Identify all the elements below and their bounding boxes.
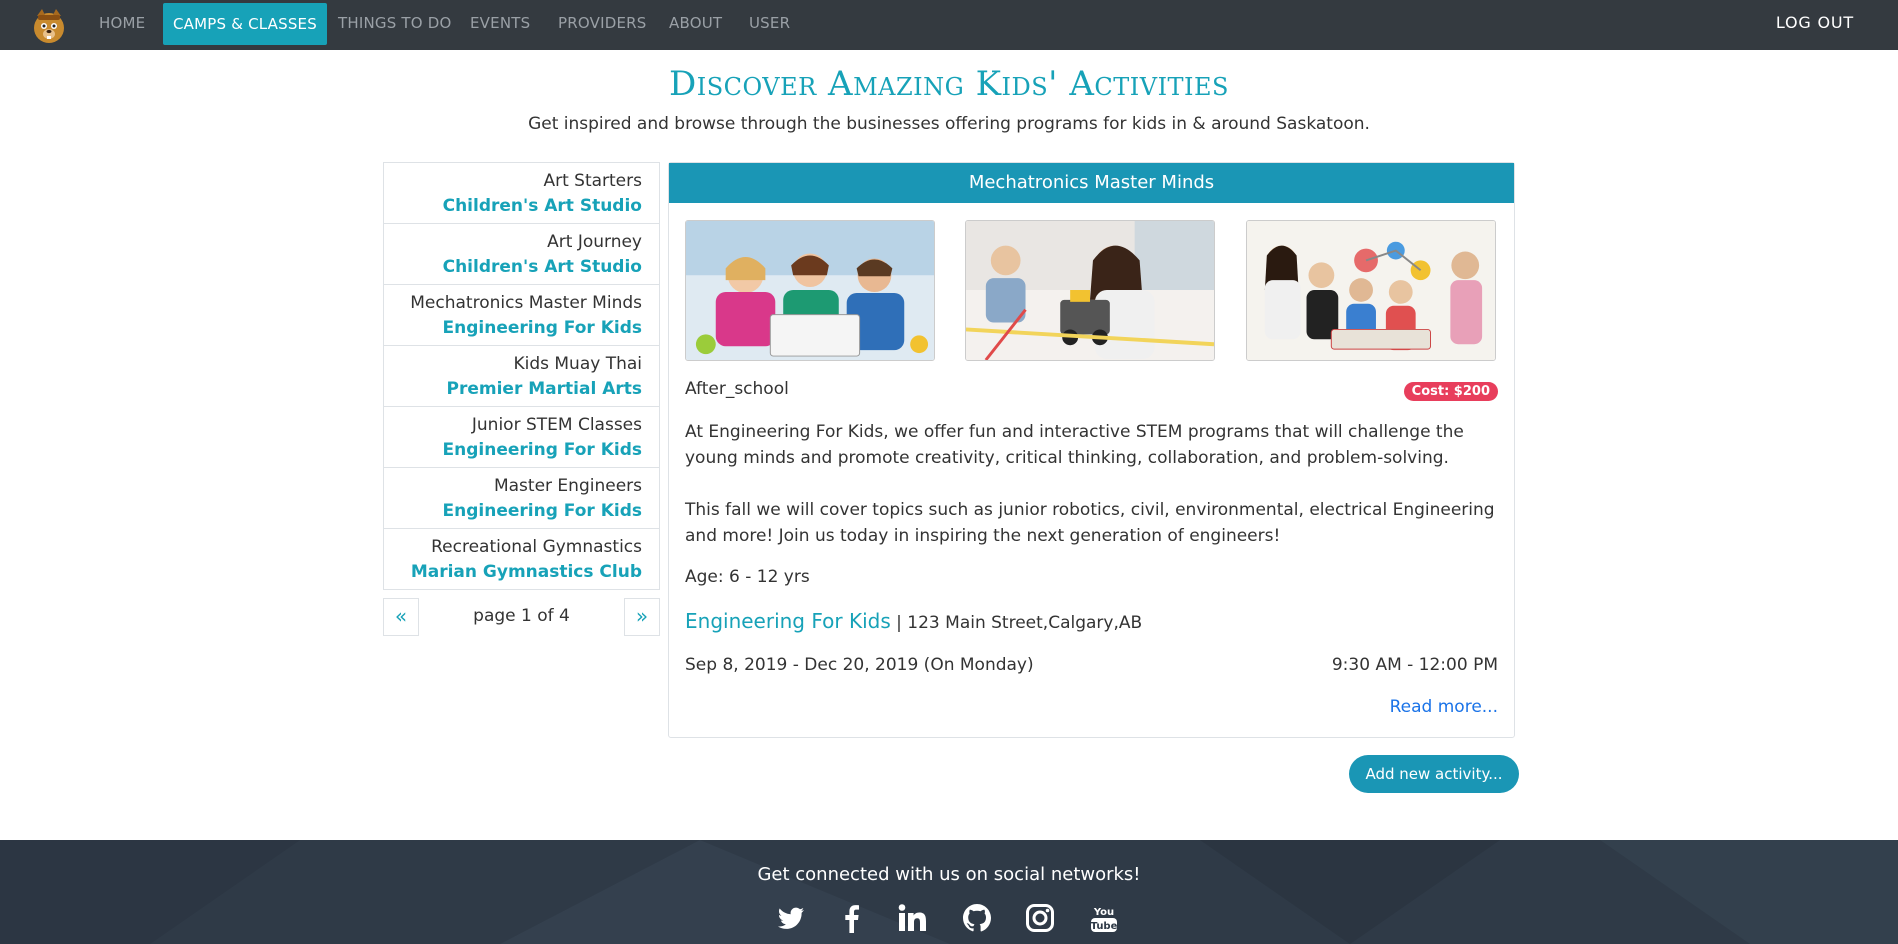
activity-list: Art Starters Children's Art Studio Art J… — [383, 162, 660, 590]
pagination: « page 1 of 4 » — [383, 598, 660, 636]
twitter-icon[interactable] — [775, 902, 807, 934]
activity-provider: Engineering For Kids — [442, 501, 642, 521]
activity-name: Master Engineers — [493, 476, 642, 496]
activity-name: Junior STEM Classes — [471, 415, 642, 435]
activity-name: Mechatronics Master Minds — [410, 293, 642, 313]
activity-name: Art Journey — [547, 232, 642, 252]
youtube-icon[interactable]: You Tube — [1088, 902, 1120, 934]
provider-link[interactable]: Engineering For Kids — [685, 609, 891, 633]
activity-provider: Engineering For Kids — [442, 318, 642, 338]
add-activity-button[interactable]: Add new activity... — [1349, 755, 1519, 793]
page-subtitle: Get inspired and browse through the busi… — [528, 114, 1370, 134]
activity-dates: Sep 8, 2019 - Dec 20, 2019 (On Monday) — [685, 655, 1034, 675]
prev-page-button[interactable]: « — [383, 598, 419, 636]
activity-detail-card: Mechatronics Master Minds After_school C… — [668, 162, 1515, 738]
svg-text:You: You — [1093, 907, 1114, 918]
list-item[interactable]: Master Engineers Engineering For Kids — [384, 468, 659, 529]
description-paragraph: At Engineering For Kids, we offer fun an… — [685, 422, 1464, 468]
nav-about[interactable]: About — [669, 0, 722, 46]
nav-events[interactable]: Events — [470, 0, 530, 46]
activity-times: 9:30 AM - 12:00 PM — [1331, 655, 1498, 675]
read-more-link[interactable]: Read more... — [1390, 697, 1498, 717]
list-item[interactable]: Art Journey Children's Art Studio — [384, 224, 659, 285]
footer-background — [0, 840, 1898, 944]
description-paragraph: This fall we will cover topics such as j… — [685, 500, 1495, 546]
nav-camps-classes[interactable]: Camps & Classes — [163, 3, 327, 45]
list-item[interactable]: Recreational Gymnastics Marian Gymnastic… — [384, 529, 659, 590]
activity-photo — [965, 220, 1215, 361]
activity-photo — [1246, 220, 1496, 361]
activity-name: Kids Muay Thai — [513, 354, 642, 374]
activity-type: After_school — [685, 379, 789, 399]
cost-badge: Cost: $200 — [1403, 382, 1498, 401]
nav-home[interactable]: Home — [99, 0, 145, 46]
activity-name: Art Starters — [543, 171, 642, 191]
footer: Get connected with us on social networks… — [0, 840, 1898, 944]
list-item[interactable]: Kids Muay Thai Premier Martial Arts — [384, 346, 659, 407]
page-title: Discover Amazing Kids' Activities — [668, 64, 1229, 104]
age-range: Age: 6 - 12 yrs — [685, 567, 810, 587]
activity-provider: Marian Gymnastics Club — [410, 562, 642, 582]
linkedin-icon[interactable] — [896, 902, 928, 934]
nav-things-to-do[interactable]: Things To Do — [338, 0, 452, 46]
navbar: Home Camps & Classes Things To Do Events… — [0, 0, 1898, 50]
next-page-button[interactable]: » — [624, 598, 660, 636]
footer-title: Get connected with us on social networks… — [757, 864, 1141, 885]
activity-photo — [685, 220, 935, 361]
beaver-logo-icon[interactable] — [31, 6, 67, 44]
activity-provider: Children's Art Studio — [442, 257, 642, 277]
activity-description: At Engineering For Kids, we offer fun an… — [685, 419, 1500, 549]
logout-link[interactable]: Log Out — [1776, 0, 1854, 46]
provider-address: | 123 Main Street,Calgary,AB — [896, 613, 1143, 633]
list-item[interactable]: Art Starters Children's Art Studio — [384, 163, 659, 224]
activity-title: Mechatronics Master Minds — [669, 163, 1514, 203]
list-item[interactable]: Junior STEM Classes Engineering For Kids — [384, 407, 659, 468]
instagram-icon[interactable] — [1024, 902, 1056, 934]
activity-name: Recreational Gymnastics — [431, 537, 642, 557]
svg-text:Tube: Tube — [1091, 921, 1118, 932]
nav-providers[interactable]: Providers — [558, 0, 646, 46]
list-item[interactable]: Mechatronics Master Minds Engineering Fo… — [384, 285, 659, 346]
facebook-icon[interactable] — [836, 902, 868, 934]
activity-provider: Engineering For Kids — [442, 440, 642, 460]
github-icon[interactable] — [961, 902, 993, 934]
activity-provider: Children's Art Studio — [442, 196, 642, 216]
nav-user[interactable]: User — [749, 0, 790, 46]
provider-line: Engineering For Kids | 123 Main Street,C… — [685, 609, 1142, 633]
activity-provider: Premier Martial Arts — [446, 379, 642, 399]
page-indicator: page 1 of 4 — [473, 606, 570, 626]
